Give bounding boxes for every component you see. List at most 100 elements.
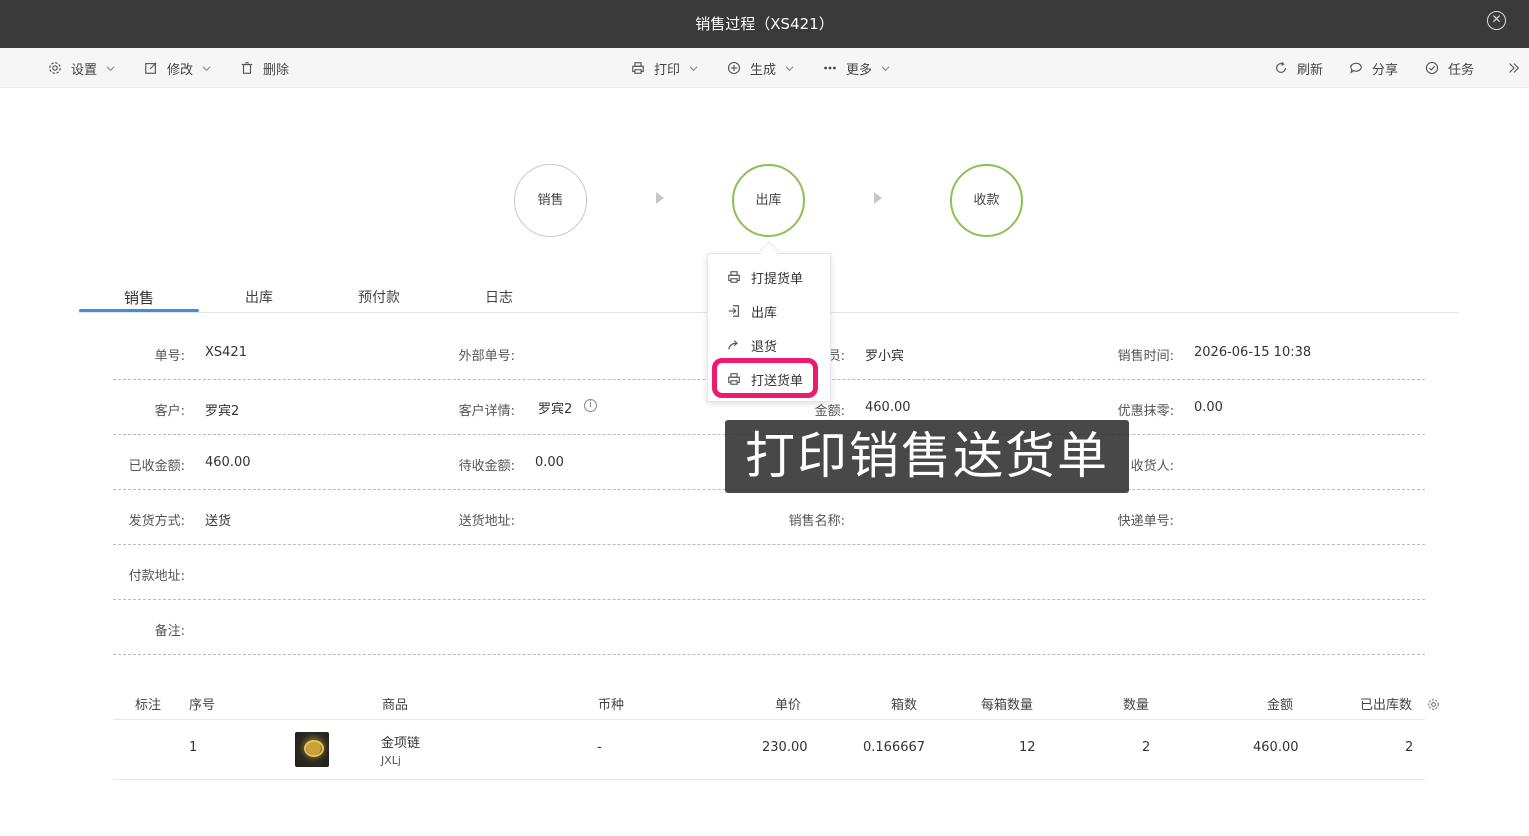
amount-value: 460.00 — [865, 400, 911, 415]
ship-method-label: 发货方式: — [128, 514, 185, 529]
chevron-down-icon — [202, 65, 211, 71]
customer-detail-value[interactable]: 罗宾2 — [538, 398, 572, 417]
discount-value: 0.00 — [1194, 400, 1223, 415]
flow-arrow-icon — [874, 192, 882, 204]
col-header-seq: 序号 — [189, 698, 216, 713]
cell-boxes: 0.166667 — [863, 740, 926, 755]
menu-item-print-pickup[interactable]: 打提货单 — [727, 268, 804, 287]
menu-item-outbound[interactable]: 出库 — [727, 302, 778, 321]
col-header-amount: 金额 — [1267, 698, 1294, 713]
cell-unit-price: 230.00 — [762, 740, 808, 755]
tab-prepayment[interactable]: 预付款 — [319, 287, 439, 307]
cell-per-box: 12 — [1019, 740, 1036, 755]
check-circle-icon — [1425, 61, 1439, 75]
customer-value: 罗宾2 — [205, 404, 240, 419]
customer-label: 客户: — [154, 404, 185, 419]
remark-label: 备注: — [154, 624, 185, 639]
settings-button[interactable]: 设置 — [48, 59, 115, 78]
col-header-currency: 币种 — [598, 698, 625, 713]
flow-arrow-icon — [656, 192, 664, 204]
edit-button[interactable]: 修改 — [144, 59, 211, 78]
col-header-product: 商品 — [382, 698, 409, 713]
refresh-label: 刷新 — [1297, 62, 1324, 78]
col-header-mark: 标注 — [135, 698, 162, 713]
menu-item-return[interactable]: 退货 — [727, 336, 778, 355]
menu-item-label: 打提货单 — [751, 271, 804, 287]
generate-label: 生成 — [750, 62, 777, 78]
product-thumbnail — [295, 732, 329, 767]
double-chevron-right-icon — [1509, 63, 1520, 73]
flow-node-sale[interactable]: 销售 — [514, 164, 587, 237]
cell-seq: 1 — [189, 740, 198, 755]
order-no-value: XS421 — [205, 345, 247, 360]
col-header-shipped: 已出库数 — [1360, 698, 1413, 713]
sale-time-value: 2026-06-15 10:38 — [1194, 345, 1312, 360]
customer-detail-label: 客户详情: — [458, 404, 515, 419]
refresh-button[interactable]: 刷新 — [1274, 59, 1324, 78]
printer-icon — [632, 62, 644, 74]
received-value: 460.00 — [205, 455, 251, 470]
tab-outbound[interactable]: 出库 — [199, 287, 319, 307]
plus-circle-icon — [727, 61, 741, 75]
task-button[interactable]: 任务 — [1425, 59, 1475, 78]
discount-label: 优惠抹零: — [1117, 404, 1174, 419]
pay-address-label: 付款地址: — [128, 569, 185, 584]
print-button[interactable]: 打印 — [631, 59, 698, 78]
table-header-divider — [113, 719, 1425, 720]
login-icon — [728, 305, 739, 317]
external-no-label: 外部单号: — [458, 349, 515, 364]
edit-icon — [145, 62, 157, 74]
more-label: 更多 — [846, 62, 873, 78]
sale-name-label: 销售名称: — [788, 514, 845, 529]
menu-item-label: 出库 — [751, 305, 778, 321]
flow-node-payment[interactable]: 收款 — [950, 164, 1023, 237]
caption-overlay: 打印销售送货单 — [725, 420, 1129, 493]
sale-time-label: 销售时间: — [1117, 349, 1174, 364]
gear-icon[interactable] — [1427, 698, 1440, 711]
gear-icon — [49, 62, 61, 74]
window-title: 销售过程（XS421） — [695, 15, 834, 33]
trash-icon — [241, 62, 253, 74]
menu-item-label: 退货 — [751, 339, 778, 355]
cell-currency: - — [597, 740, 602, 755]
pending-value: 0.00 — [535, 455, 564, 470]
col-header-qty: 数量 — [1123, 698, 1150, 713]
share-arrow-icon — [728, 340, 738, 350]
divider — [113, 654, 1425, 655]
cell-product-code: JXLj — [381, 754, 401, 767]
info-icon[interactable]: i — [584, 399, 597, 412]
print-label: 打印 — [654, 62, 681, 78]
task-label: 任务 — [1448, 62, 1475, 78]
refresh-icon — [1276, 61, 1286, 73]
title-bar: 销售过程（XS421） ✕ — [0, 0, 1529, 48]
chevron-down-icon — [881, 65, 890, 71]
ship-address-label: 送货地址: — [458, 514, 515, 529]
comment-icon — [1350, 62, 1362, 74]
generate-button[interactable]: 生成 — [727, 59, 794, 78]
col-header-unit-price: 单价 — [775, 698, 802, 713]
divider — [113, 544, 1425, 545]
pending-label: 待收金额: — [458, 459, 515, 474]
share-button[interactable]: 分享 — [1349, 59, 1399, 78]
active-tab-indicator — [79, 309, 199, 312]
delete-button[interactable]: 删除 — [240, 59, 290, 78]
edit-label: 修改 — [167, 62, 194, 78]
cell-qty: 2 — [1142, 740, 1151, 755]
flow-node-outbound[interactable]: 出库 — [732, 164, 805, 237]
col-header-per-box: 每箱数量 — [981, 698, 1034, 713]
tab-sale[interactable]: 销售 — [79, 287, 199, 308]
tab-log[interactable]: 日志 — [439, 287, 559, 307]
highlight-box — [712, 358, 818, 398]
chevron-down-icon — [106, 65, 115, 71]
settings-label: 设置 — [71, 62, 98, 78]
delete-label: 删除 — [263, 62, 290, 78]
amount-label: 金额: — [814, 404, 845, 419]
share-label: 分享 — [1372, 62, 1399, 78]
cell-amount: 460.00 — [1253, 740, 1299, 755]
more-button[interactable]: 更多 — [823, 59, 890, 78]
chevron-down-icon — [785, 65, 794, 71]
close-icon[interactable]: ✕ — [1487, 11, 1506, 30]
expand-button[interactable] — [1507, 59, 1529, 77]
cell-product: 金项链 — [381, 736, 421, 751]
chevron-down-icon — [689, 65, 698, 71]
